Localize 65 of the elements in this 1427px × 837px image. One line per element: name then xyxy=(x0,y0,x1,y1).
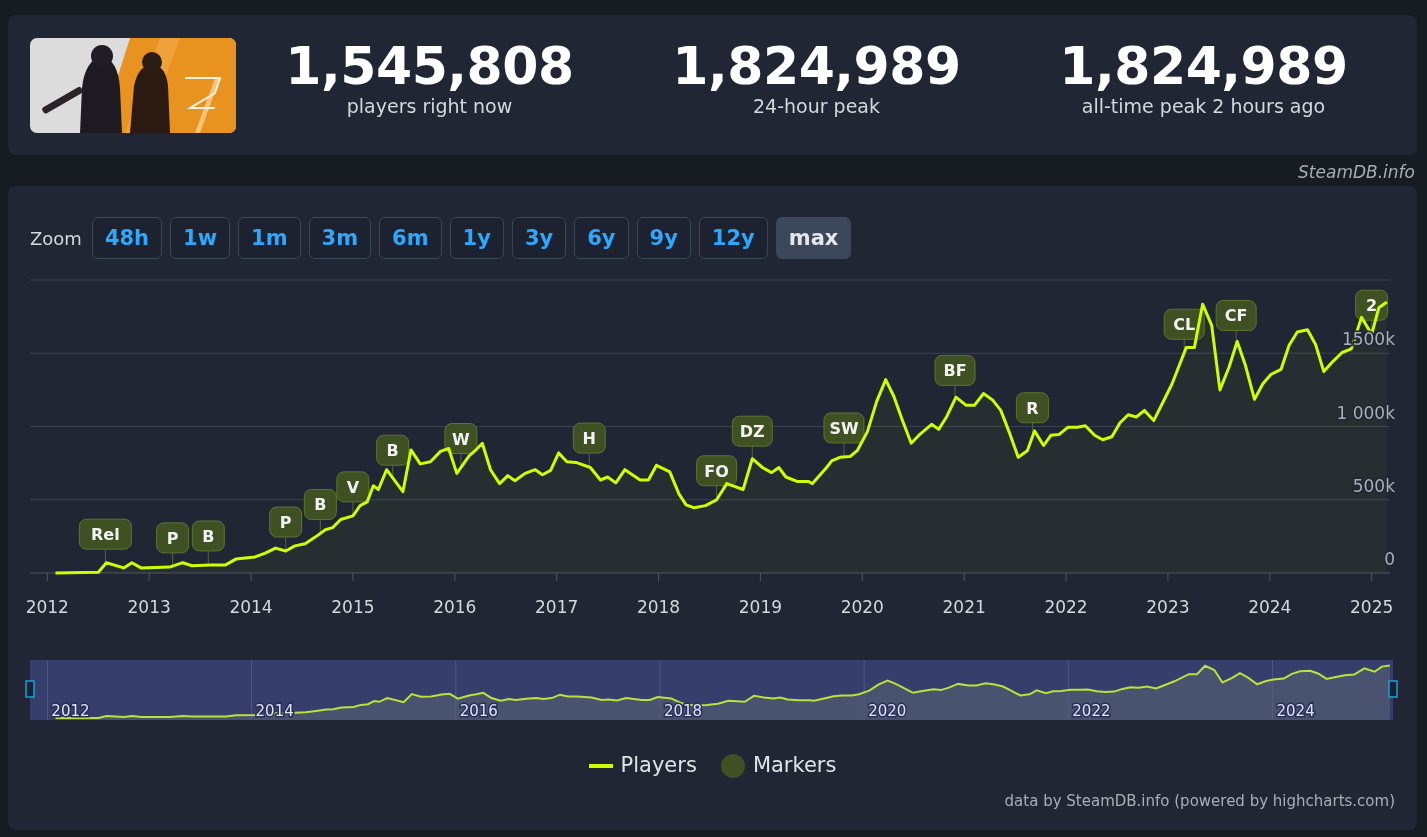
axis-label: 2016 xyxy=(433,597,477,617)
stat-label: players right now xyxy=(346,95,513,118)
axis-label: 500k xyxy=(1352,475,1395,496)
axis-label: 2014 xyxy=(229,597,273,617)
annotation: CL xyxy=(1173,315,1196,335)
annotation: B xyxy=(314,495,327,515)
annotation: Rel xyxy=(91,525,120,545)
credits-text: data by SteamDB.info (powered by highcharts.com) xyxy=(1004,791,1395,810)
zoom-button[interactable]: 1m xyxy=(238,217,301,259)
axis-label: 2012 xyxy=(25,597,69,617)
annotation: R xyxy=(1026,398,1039,418)
annotation: P xyxy=(279,513,292,533)
zoom-button[interactable]: 12y xyxy=(698,217,768,259)
navigator-label: 2018 xyxy=(663,702,703,720)
navigator-label: 2024 xyxy=(1276,702,1315,720)
zoom-button[interactable]: 3m xyxy=(308,217,372,259)
annotation: SW xyxy=(829,418,859,438)
source-label: SteamDB.info xyxy=(1298,162,1415,182)
axis-label: 2021 xyxy=(942,597,986,617)
stat-value: 1,824,989 xyxy=(1059,38,1348,96)
annotation: B xyxy=(386,441,399,461)
stat-label: 24-hour peak xyxy=(753,95,880,118)
axis-label: 2020 xyxy=(840,597,884,617)
annotation: P xyxy=(166,528,179,548)
annotation: FO xyxy=(704,461,729,481)
stat-label: all-time peak 2 hours ago xyxy=(1081,95,1326,118)
axis-label: 2019 xyxy=(738,597,783,617)
annotation: B xyxy=(202,526,215,546)
axis-label: 2023 xyxy=(1146,597,1190,617)
axis-label: 2018 xyxy=(636,597,681,617)
axis-label: 2017 xyxy=(535,597,579,617)
navigator-label: 2012 xyxy=(51,702,90,720)
annotation: V xyxy=(346,477,360,497)
zoom-button[interactable]: 48h xyxy=(91,217,163,259)
navigator-label: 2022 xyxy=(1072,702,1111,720)
annotation: CF xyxy=(1224,306,1248,326)
axis-label: 0 xyxy=(1384,549,1395,569)
navigator-label: 2020 xyxy=(868,702,907,720)
annotation: H xyxy=(582,429,596,449)
legend-item[interactable]: Markers xyxy=(720,750,837,782)
navigator-handle[interactable] xyxy=(1388,680,1398,698)
zoom-button[interactable]: 3y xyxy=(511,217,567,259)
zoom-button[interactable]: 6m xyxy=(379,217,442,259)
zoom-button[interactable]: 9y xyxy=(636,217,691,259)
axis-label: 2025 xyxy=(1350,597,1394,617)
annotation: BF xyxy=(943,361,967,381)
axis-label: 2013 xyxy=(127,597,171,617)
zoom-button[interactable]: max xyxy=(775,217,852,259)
annotation: 2 xyxy=(1366,296,1378,316)
annotation: W xyxy=(452,429,471,449)
navigator-label: 2016 xyxy=(459,702,498,720)
axis-label: 2022 xyxy=(1044,597,1088,617)
zoom-button[interactable]: 6y xyxy=(574,217,629,259)
axis-label: 2024 xyxy=(1248,597,1292,617)
navigator-handle[interactable] xyxy=(25,680,35,698)
annotation: DZ xyxy=(739,422,765,442)
zoom-button[interactable]: 1y xyxy=(449,217,504,259)
zoom-button[interactable]: 1w xyxy=(170,217,231,259)
stat-value: 1,824,989 xyxy=(672,38,961,96)
stat-value: 1,545,808 xyxy=(285,38,574,96)
legend-item[interactable]: Players xyxy=(588,750,697,782)
axis-label: 1 000k xyxy=(1336,402,1395,423)
circle-icon xyxy=(720,753,745,778)
axis-label: 2015 xyxy=(331,597,375,617)
zoom-label: Zoom xyxy=(30,226,82,251)
